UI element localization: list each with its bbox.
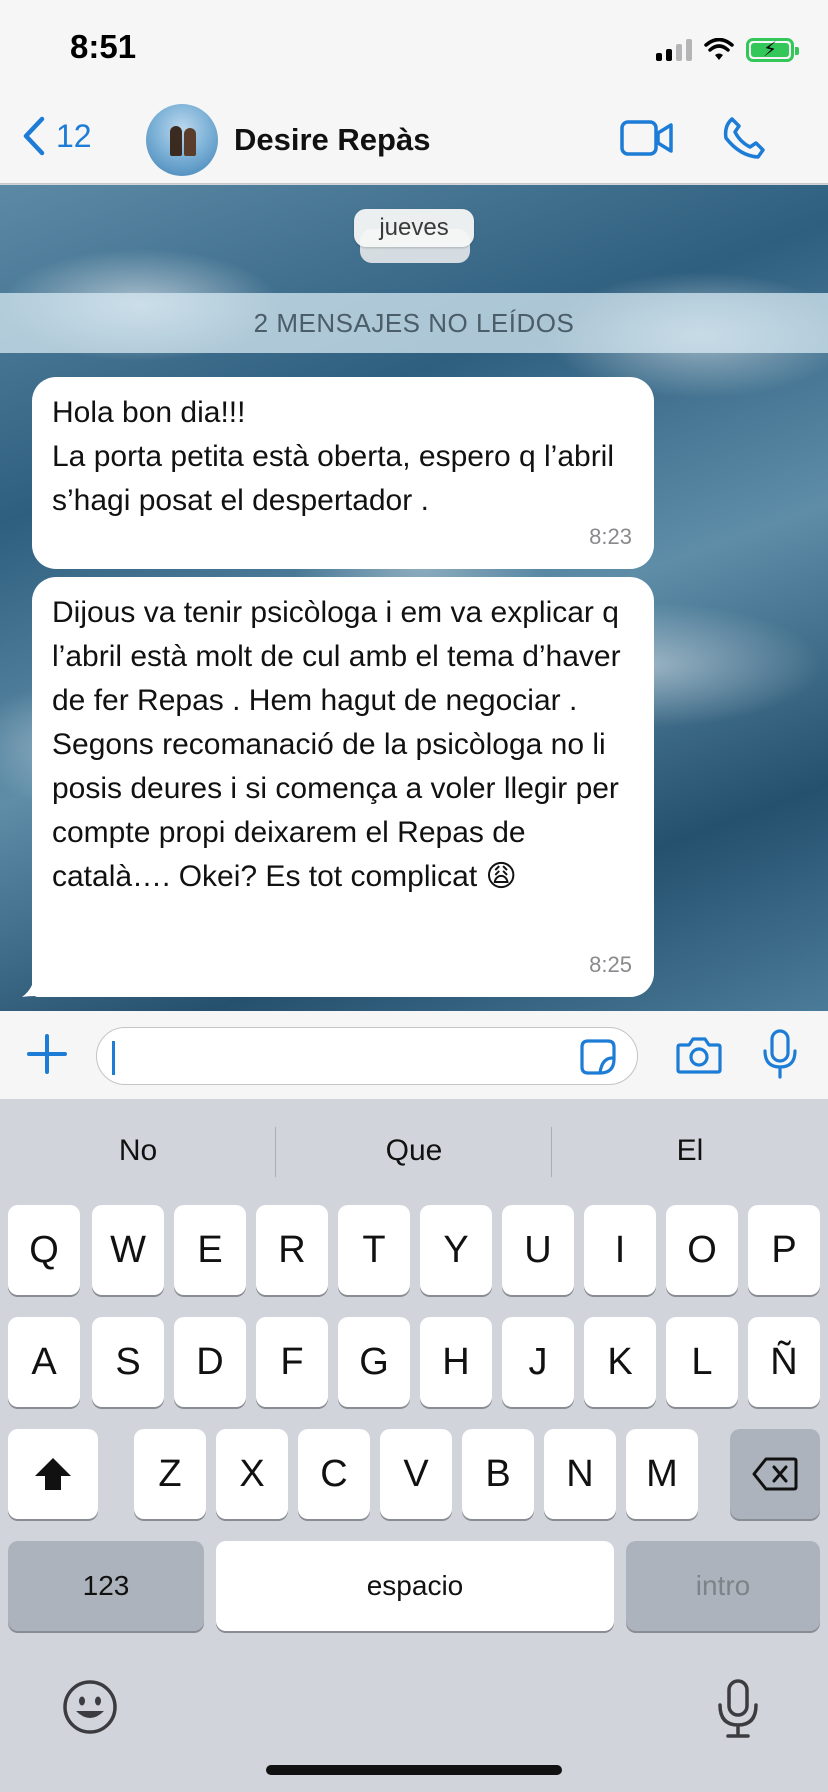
chevron-left-icon	[23, 116, 45, 156]
home-indicator	[266, 1765, 562, 1775]
video-camera-icon	[620, 120, 673, 156]
status-time: 8:51	[70, 28, 137, 65]
key-p[interactable]: P	[748, 1205, 820, 1295]
battery-charging-icon: ⚡	[746, 38, 799, 62]
key-k[interactable]: K	[584, 1317, 656, 1407]
key-i[interactable]: I	[584, 1205, 656, 1295]
key-r[interactable]: R	[256, 1205, 328, 1295]
dictation-mic-icon	[718, 1679, 758, 1738]
text-caret	[112, 1041, 115, 1075]
return-key[interactable]: intro	[626, 1541, 820, 1631]
key-x[interactable]: X	[216, 1429, 288, 1519]
message-input[interactable]	[96, 1027, 638, 1085]
key-d[interactable]: D	[174, 1317, 246, 1407]
key-j[interactable]: J	[502, 1317, 574, 1407]
key-l[interactable]: L	[666, 1317, 738, 1407]
key-b[interactable]: B	[462, 1429, 534, 1519]
key-q[interactable]: Q	[8, 1205, 80, 1295]
status-icons: ⚡	[656, 36, 799, 64]
delete-key[interactable]	[730, 1429, 820, 1519]
unread-messages-banner: 2 MENSAJES NO LEÍDOS	[0, 293, 828, 353]
delete-icon	[752, 1457, 798, 1491]
plus-icon	[27, 1034, 67, 1074]
shift-icon	[35, 1458, 71, 1490]
key-f[interactable]: F	[256, 1317, 328, 1407]
key-enye[interactable]: Ñ	[748, 1317, 820, 1407]
sticker-button[interactable]	[580, 1039, 616, 1080]
chat-header: 8:51 ⚡ 12 Desire Repàs	[0, 0, 828, 184]
key-t[interactable]: T	[338, 1205, 410, 1295]
suggestion-3[interactable]: El	[552, 1099, 828, 1195]
key-n[interactable]: N	[544, 1429, 616, 1519]
date-pill: jueves	[354, 209, 474, 247]
keyboard: No Que El Q W E R T Y U I O P A S D F G …	[0, 1099, 828, 1792]
video-call-button[interactable]	[620, 118, 674, 163]
key-g[interactable]: G	[338, 1317, 410, 1407]
camera-button[interactable]	[676, 1035, 722, 1080]
wifi-icon	[704, 38, 734, 60]
key-z[interactable]: Z	[134, 1429, 206, 1519]
cellular-signal-icon	[656, 39, 692, 61]
back-button[interactable]: 12	[22, 116, 92, 156]
message-bubble[interactable]: Hola bon dia!!! La porta petita està obe…	[32, 377, 654, 569]
bubble-tail	[22, 965, 52, 997]
key-o[interactable]: O	[666, 1205, 738, 1295]
key-e[interactable]: E	[174, 1205, 246, 1295]
unread-chats-count: 12	[56, 117, 92, 154]
message-bubble[interactable]: Dijous va tenir psicòloga i em va explic…	[32, 577, 654, 997]
dictation-button[interactable]	[716, 1679, 760, 1744]
message-time: 8:25	[589, 952, 632, 977]
key-a[interactable]: A	[8, 1317, 80, 1407]
voice-call-button[interactable]	[722, 116, 766, 165]
numbers-key[interactable]: 123	[8, 1541, 204, 1631]
attach-button[interactable]	[26, 1033, 68, 1080]
microphone-icon	[763, 1029, 797, 1079]
voice-message-button[interactable]	[762, 1029, 798, 1084]
space-key[interactable]: espacio	[216, 1541, 614, 1631]
emoji-keyboard-button[interactable]	[62, 1679, 118, 1740]
message-time: 8:23	[589, 524, 632, 549]
suggestion-2[interactable]: Que	[276, 1099, 552, 1195]
phone-icon	[723, 117, 765, 159]
shift-key[interactable]	[8, 1429, 98, 1519]
chat-area[interactable]: jueves 2 MENSAJES NO LEÍDOS Hola bon dia…	[0, 185, 828, 1011]
suggestion-1[interactable]: No	[0, 1099, 276, 1195]
message-text: Dijous va tenir psicòloga i em va explic…	[52, 596, 621, 893]
key-h[interactable]: H	[420, 1317, 492, 1407]
sticker-icon	[580, 1039, 616, 1075]
contact-name[interactable]: Desire Repàs	[234, 122, 430, 158]
message-input-bar	[0, 1011, 828, 1099]
contact-avatar[interactable]	[146, 104, 218, 176]
key-y[interactable]: Y	[420, 1205, 492, 1295]
key-s[interactable]: S	[92, 1317, 164, 1407]
predictive-bar: No Que El	[0, 1099, 828, 1195]
key-w[interactable]: W	[92, 1205, 164, 1295]
key-m[interactable]: M	[626, 1429, 698, 1519]
message-text: Hola bon dia!!! La porta petita està obe…	[52, 396, 615, 517]
emoji-icon	[63, 1680, 117, 1734]
key-c[interactable]: C	[298, 1429, 370, 1519]
camera-icon	[676, 1037, 722, 1074]
key-v[interactable]: V	[380, 1429, 452, 1519]
key-u[interactable]: U	[502, 1205, 574, 1295]
